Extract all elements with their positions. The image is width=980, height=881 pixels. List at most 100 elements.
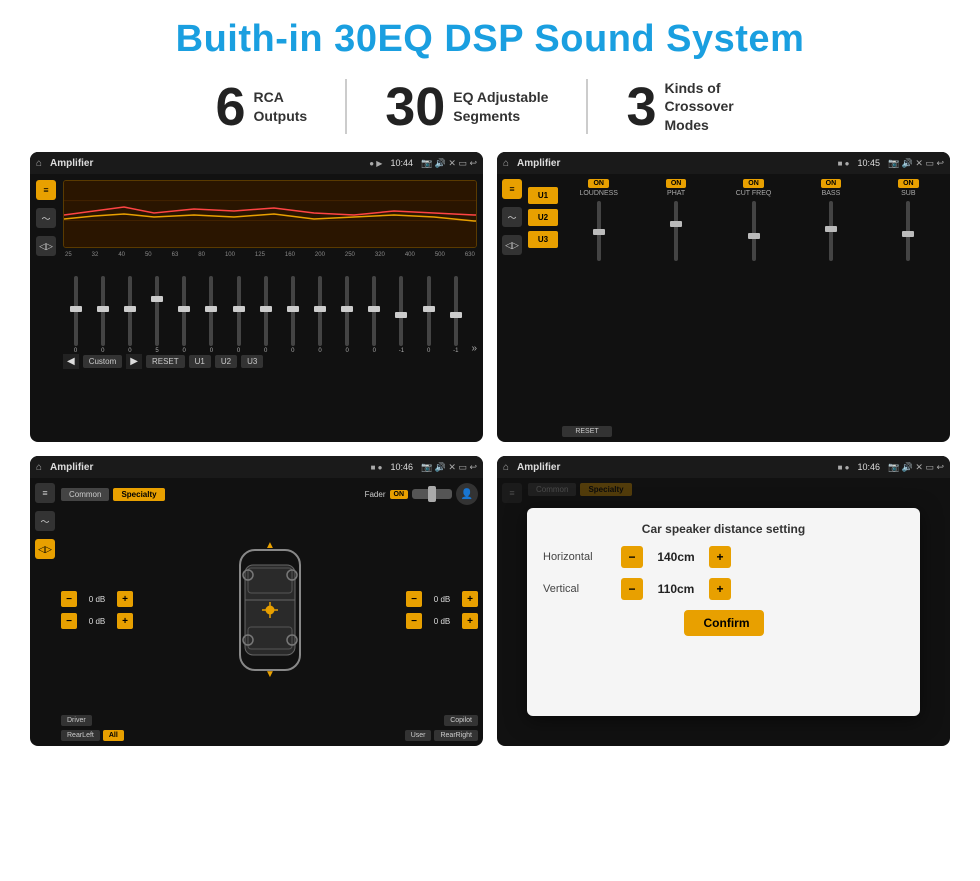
dialog-confirm-button[interactable]: Confirm — [684, 610, 764, 636]
fader-tab-specialty[interactable]: Specialty — [113, 488, 164, 501]
fader-icon-speaker[interactable]: ◁▷ — [35, 539, 55, 559]
fader-rr-plus[interactable]: + — [462, 613, 478, 629]
fader-thumb[interactable] — [428, 486, 436, 502]
dialog-horizontal-label: Horizontal — [543, 551, 613, 563]
xo-u2-button[interactable]: U2 — [528, 209, 558, 226]
xo-icon-wave[interactable]: 〜 — [502, 207, 522, 227]
eq-reset-button[interactable]: RESET — [146, 355, 185, 368]
fader-rl-minus[interactable]: − — [61, 613, 77, 629]
fader-rr-row: − 0 dB + — [406, 613, 478, 629]
eq-slider-7[interactable]: 0 — [253, 276, 278, 354]
eq-track-1 — [101, 276, 105, 346]
eq-icon-equalizer[interactable]: ≡ — [36, 180, 56, 200]
fader-fr-minus[interactable]: − — [406, 591, 422, 607]
eq-prev-button[interactable]: ◀ — [63, 354, 79, 369]
fader-user-button[interactable]: User — [405, 730, 432, 741]
xo-cutfreq-slider[interactable] — [752, 201, 756, 261]
eq-thumb-9[interactable] — [314, 306, 326, 312]
xo-loudness-on[interactable]: ON — [588, 179, 609, 188]
eq-next-button[interactable]: ▶ — [126, 354, 142, 369]
fader-fl-minus[interactable]: − — [61, 591, 77, 607]
xo-u1-button[interactable]: U1 — [528, 187, 558, 204]
fader-profile-icon[interactable]: 👤 — [456, 483, 478, 505]
eq-slider-14[interactable]: -1 — [443, 276, 468, 354]
eq-slider-5[interactable]: 0 — [199, 276, 224, 354]
eq-slider-12[interactable]: -1 — [389, 276, 414, 354]
eq-thumb-7[interactable] — [260, 306, 272, 312]
dialog-horizontal-plus[interactable]: + — [709, 546, 731, 568]
eq-u2-button[interactable]: U2 — [215, 355, 237, 368]
xo-reset-button[interactable]: RESET — [562, 426, 612, 437]
xo-phat-on[interactable]: ON — [666, 179, 687, 188]
stat-crossover: 3 Kinds ofCrossover Modes — [588, 79, 802, 134]
eq-custom-button[interactable]: Custom — [83, 355, 123, 368]
fader-main: Common Specialty Fader ON 👤 — [61, 483, 478, 741]
xo-phat-slider[interactable] — [674, 201, 678, 261]
xo-icon-speaker[interactable]: ◁▷ — [502, 235, 522, 255]
eq-slider-11[interactable]: 0 — [362, 276, 387, 354]
eq-icon-speaker[interactable]: ◁▷ — [36, 236, 56, 256]
xo-phat-thumb[interactable] — [670, 221, 682, 227]
eq-icon-wave[interactable]: 〜 — [36, 208, 56, 228]
xo-cutfreq-on[interactable]: ON — [743, 179, 764, 188]
eq-slider-3[interactable]: 5 — [144, 276, 169, 354]
xo-cutfreq-thumb[interactable] — [748, 233, 760, 239]
eq-thumb-14[interactable] — [450, 312, 462, 318]
xo-icon-eq[interactable]: ≡ — [502, 179, 522, 199]
dialog-horizontal-minus[interactable]: − — [621, 546, 643, 568]
dialog-vertical-minus[interactable]: − — [621, 578, 643, 600]
fader-rearleft-button[interactable]: RearLeft — [61, 730, 100, 741]
xo-bass-thumb[interactable] — [825, 226, 837, 232]
fader-fr-plus[interactable]: + — [462, 591, 478, 607]
fader-fl-plus[interactable]: + — [117, 591, 133, 607]
fader-rl-plus[interactable]: + — [117, 613, 133, 629]
xo-u3-button[interactable]: U3 — [528, 231, 558, 248]
xo-sub-channel: ON SUB — [872, 179, 945, 263]
xo-time: 10:45 — [857, 158, 880, 168]
eq-thumb-1[interactable] — [97, 306, 109, 312]
fader-home-icon: ⌂ — [36, 462, 42, 473]
eq-thumb-13[interactable] — [423, 306, 435, 312]
eq-thumb-4[interactable] — [178, 306, 190, 312]
fader-rearright-button[interactable]: RearRight — [434, 730, 478, 741]
xo-loudness-thumb[interactable] — [593, 229, 605, 235]
eq-slider-2[interactable]: 0 — [117, 276, 142, 354]
xo-sub-thumb[interactable] — [902, 231, 914, 237]
fader-rr-minus[interactable]: − — [406, 613, 422, 629]
eq-thumb-12[interactable] — [395, 312, 407, 318]
xo-loudness-slider[interactable] — [597, 201, 601, 261]
fader-copilot-button[interactable]: Copilot — [444, 715, 478, 726]
xo-bass-slider[interactable] — [829, 201, 833, 261]
eq-thumb-6[interactable] — [233, 306, 245, 312]
eq-slider-4[interactable]: 0 — [172, 276, 197, 354]
xo-bass-on[interactable]: ON — [821, 179, 842, 188]
eq-slider-13[interactable]: 0 — [416, 276, 441, 354]
eq-slider-1[interactable]: 0 — [90, 276, 115, 354]
eq-thumb-8[interactable] — [287, 306, 299, 312]
fader-slider[interactable] — [412, 489, 452, 499]
eq-u3-button[interactable]: U3 — [241, 355, 263, 368]
fader-all-button[interactable]: All — [103, 730, 124, 741]
eq-u1-button[interactable]: U1 — [189, 355, 211, 368]
eq-thumb-0[interactable] — [70, 306, 82, 312]
fader-tab-common[interactable]: Common — [61, 488, 109, 501]
xo-channels: ON LOUDNESS ON PHAT ON — [562, 179, 945, 437]
eq-slider-8[interactable]: 0 — [280, 276, 305, 354]
xo-sub-slider[interactable] — [906, 201, 910, 261]
eq-slider-10[interactable]: 0 — [335, 276, 360, 354]
eq-thumb-2[interactable] — [124, 306, 136, 312]
eq-slider-0[interactable]: 0 — [63, 276, 88, 354]
eq-thumb-10[interactable] — [341, 306, 353, 312]
xo-sub-on[interactable]: ON — [898, 179, 919, 188]
dialog-vertical-plus[interactable]: + — [709, 578, 731, 600]
fader-icon-wave[interactable]: 〜 — [35, 511, 55, 531]
fader-on-badge[interactable]: ON — [390, 490, 409, 499]
fader-icon-eq[interactable]: ≡ — [35, 483, 55, 503]
eq-thumb-5[interactable] — [205, 306, 217, 312]
eq-scroll-right[interactable]: » — [471, 343, 477, 354]
eq-slider-9[interactable]: 0 — [307, 276, 332, 354]
eq-thumb-11[interactable] — [368, 306, 380, 312]
eq-slider-6[interactable]: 0 — [226, 276, 251, 354]
fader-driver-button[interactable]: Driver — [61, 715, 92, 726]
eq-thumb-3[interactable] — [151, 296, 163, 302]
